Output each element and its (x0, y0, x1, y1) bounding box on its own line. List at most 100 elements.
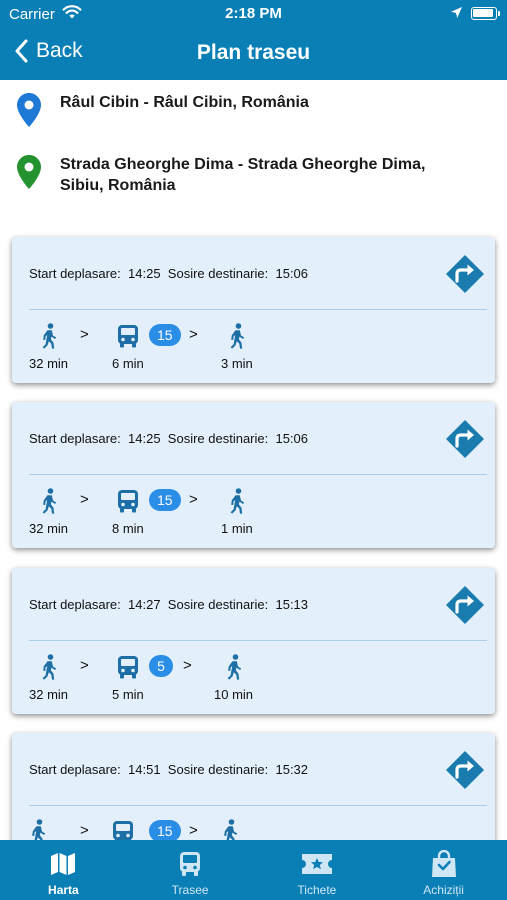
walk-duration: 32 min (29, 521, 69, 536)
location-arrow-icon (450, 6, 463, 23)
walk-icon (228, 486, 246, 516)
route-times: Start deplasare: 14:27 Sosire destinarie… (29, 597, 308, 612)
walk-segment: 3 min (221, 321, 253, 371)
arrival-time: 15:06 (275, 266, 309, 281)
tab-label: Achiziții (423, 883, 464, 897)
card-divider (29, 640, 487, 641)
walk-icon (40, 652, 58, 682)
start-time: 14:27 (128, 597, 161, 612)
route-option-card[interactable]: Start deplasare: 14:25 Sosire destinarie… (12, 237, 495, 383)
shopping-bag-icon (431, 850, 457, 878)
bus-line-badge: 5 (149, 655, 173, 677)
arrival-label: Sosire destinarie: (167, 431, 269, 446)
bus-line-badge: 15 (149, 820, 181, 840)
tab-label: Tichete (297, 883, 337, 897)
origin-pin-icon (17, 93, 41, 127)
walk-segment: 10 min (214, 652, 253, 702)
walk-segment (29, 817, 47, 840)
walk-icon (29, 817, 47, 840)
status-bar: Carrier 2:18 PM (0, 0, 507, 28)
route-option-card[interactable]: Start deplasare: 14:27 Sosire destinarie… (12, 568, 495, 714)
walk-icon (228, 321, 246, 351)
directions-icon[interactable] (445, 585, 485, 625)
walk-duration: 3 min (221, 356, 253, 371)
segment-arrow: > (80, 657, 89, 674)
walk-icon (221, 817, 239, 840)
tab-achizitii[interactable]: Achiziții (380, 840, 507, 900)
walk-segment (221, 817, 239, 840)
walk-segment: 1 min (221, 486, 253, 536)
segment-arrow: > (189, 326, 198, 343)
route-times: Start deplasare: 14:25 Sosire destinarie… (29, 266, 308, 281)
start-time: 14:25 (128, 266, 161, 281)
segment-arrow: > (80, 822, 89, 839)
bus-duration: 5 min (112, 687, 144, 702)
tab-trasee[interactable]: Trasee (127, 840, 254, 900)
tab-tichete[interactable]: Tichete (254, 840, 381, 900)
clock: 2:18 PM (225, 5, 282, 22)
segment-arrow: > (80, 326, 89, 343)
destination-pin-icon (17, 155, 41, 189)
page-title: Plan traseu (196, 41, 311, 64)
bus-line-badge: 15 (149, 324, 181, 346)
walk-duration: 10 min (214, 687, 254, 702)
destination-location: Strada Gheorghe Dima - Strada Gheorghe D… (16, 154, 470, 196)
bus-line-badge: 15 (149, 489, 181, 511)
segment-arrow: > (80, 491, 89, 508)
walk-duration: 32 min (29, 356, 69, 371)
tab-label: Harta (48, 883, 79, 897)
start-label: Start deplasare: (29, 266, 121, 281)
bus-segment: 5 min (112, 652, 144, 702)
arrival-label: Sosire destinarie: (167, 762, 269, 777)
bus-duration: 8 min (112, 521, 144, 536)
bus-icon (117, 486, 139, 516)
bus-icon (117, 321, 139, 351)
segment-arrow: > (189, 491, 198, 508)
bus-icon (112, 817, 134, 840)
arrival-time: 15:32 (275, 762, 309, 777)
route-option-card[interactable]: Start deplasare: 14:51 Sosire destinarie… (12, 733, 495, 840)
map-icon (50, 850, 76, 878)
directions-icon[interactable] (445, 750, 485, 790)
walk-segment: 32 min (29, 321, 68, 371)
arrival-label: Sosire destinarie: (167, 597, 269, 612)
bus-duration: 6 min (112, 356, 144, 371)
segment-arrow: > (189, 822, 198, 839)
start-time: 14:25 (128, 431, 161, 446)
start-label: Start deplasare: (29, 762, 121, 777)
start-label: Start deplasare: (29, 431, 121, 446)
walk-icon (225, 652, 243, 682)
segment-arrow: > (183, 657, 192, 674)
card-divider (29, 805, 487, 806)
bus-segment (112, 817, 134, 840)
arrival-label: Sosire destinarie: (167, 266, 269, 281)
route-endpoints: Râul Cibin - Râul Cibin, România Strada … (0, 80, 507, 230)
route-results-list[interactable]: Start deplasare: 14:25 Sosire destinarie… (0, 230, 507, 840)
route-times: Start deplasare: 14:25 Sosire destinarie… (29, 431, 308, 446)
destination-text: Strada Gheorghe Dima - Strada Gheorghe D… (60, 156, 426, 194)
origin-location: Râul Cibin - Râul Cibin, România (16, 92, 470, 128)
bus-icon (179, 850, 201, 878)
arrival-time: 15:06 (275, 431, 309, 446)
route-times: Start deplasare: 14:51 Sosire destinarie… (29, 762, 308, 777)
tab-label: Trasee (171, 883, 209, 897)
walk-segment: 32 min (29, 652, 68, 702)
walk-segment: 32 min (29, 486, 68, 536)
navigation-bar: Back Plan traseu (0, 28, 507, 80)
bus-segment: 8 min (112, 486, 144, 536)
battery-icon (471, 7, 497, 20)
ticket-icon (301, 850, 333, 878)
bus-icon (117, 652, 139, 682)
tab-harta[interactable]: Harta (0, 840, 127, 900)
directions-icon[interactable] (445, 419, 485, 459)
battery-tip (498, 11, 500, 16)
tab-bar: Harta Trasee Tichete Achiziții (0, 840, 507, 900)
walk-duration: 32 min (29, 687, 69, 702)
walk-icon (40, 321, 58, 351)
route-option-card[interactable]: Start deplasare: 14:25 Sosire destinarie… (12, 402, 495, 548)
directions-icon[interactable] (445, 254, 485, 294)
start-time: 14:51 (128, 762, 161, 777)
card-divider (29, 309, 487, 310)
card-divider (29, 474, 487, 475)
start-label: Start deplasare: (29, 597, 121, 612)
